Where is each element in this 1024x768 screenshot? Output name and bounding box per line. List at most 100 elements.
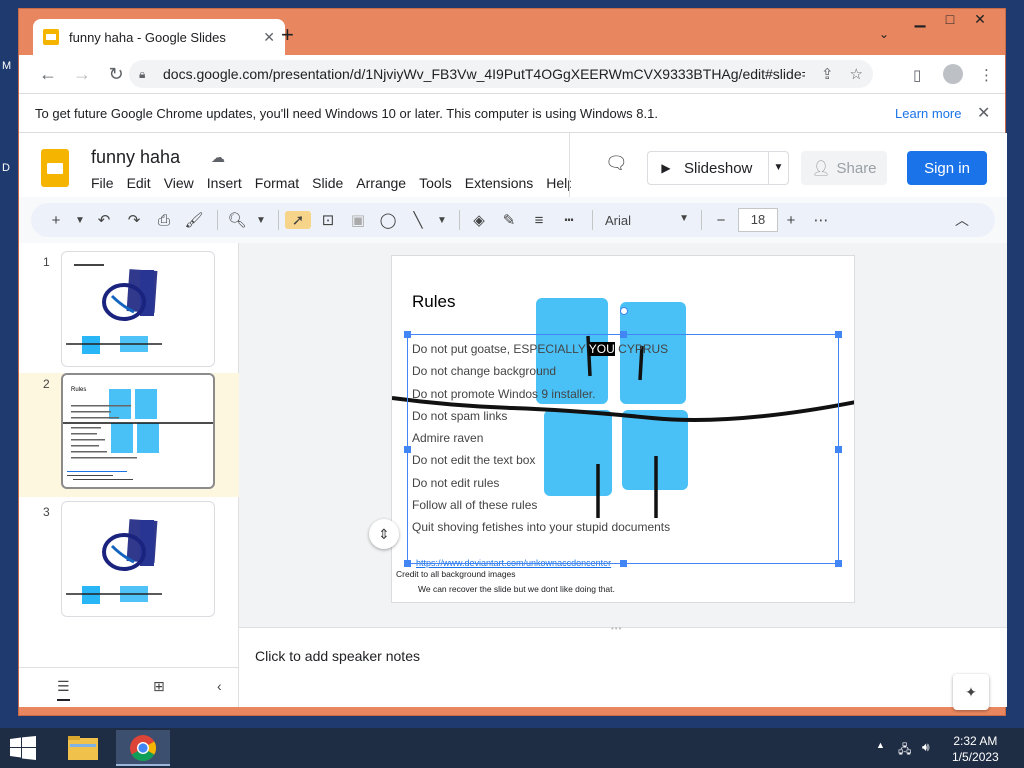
collapse-toolbar-icon[interactable]: ︿ <box>949 210 975 230</box>
filmstrip-slide-1[interactable]: 1 <box>19 251 239 375</box>
slide-thumbnail[interactable] <box>61 501 215 617</box>
more-options-icon[interactable]: ⋯ <box>808 211 834 229</box>
slide-thumbnail[interactable] <box>61 251 215 367</box>
minimize-icon[interactable]: ▁ <box>905 11 935 28</box>
new-tab-icon[interactable]: + <box>281 23 294 47</box>
rotate-handle[interactable] <box>620 307 628 315</box>
maximize-icon[interactable]: □ <box>935 11 965 28</box>
forward-icon[interactable]: → <box>65 64 99 85</box>
menu-format[interactable]: Format <box>255 175 299 191</box>
text-box-icon[interactable]: ⊡ <box>315 211 341 229</box>
learn-more-link[interactable]: Learn more <box>895 106 961 121</box>
menu-view[interactable]: View <box>164 175 194 191</box>
system-clock[interactable]: 2:32 AM 1/5/2023 <box>952 733 999 765</box>
paint-format-icon[interactable]: 🖌︎ <box>181 211 207 229</box>
network-icon[interactable]: 🖧︎ <box>898 740 911 761</box>
slideshow-button[interactable]: ▶ Slideshow ▼ <box>647 151 789 185</box>
slide-number: 1 <box>43 255 50 269</box>
resize-handle[interactable] <box>404 446 411 453</box>
url-text: docs.google.com/presentation/d/1NjviyWv_… <box>163 66 805 82</box>
new-slide-dropdown-icon[interactable]: ▼ <box>73 215 87 226</box>
insert-image-icon[interactable]: ▣ <box>345 211 371 229</box>
fill-color-icon[interactable]: ◈ <box>466 211 492 229</box>
increase-font-size-icon[interactable]: + <box>778 212 804 229</box>
font-size-input[interactable]: 18 <box>738 208 778 232</box>
toolbar-separator <box>217 210 218 230</box>
clock-time: 2:32 AM <box>953 734 998 748</box>
resize-handle[interactable] <box>620 560 627 567</box>
comment-history-icon[interactable]: 🗨︎ <box>605 153 628 174</box>
resize-handle[interactable] <box>404 331 411 338</box>
font-select[interactable]: Arial ▼ <box>599 213 695 228</box>
chrome-menu-icon[interactable]: ⋮ <box>979 66 994 84</box>
print-icon[interactable]: ⎙ <box>151 212 177 229</box>
back-icon[interactable]: ← <box>31 64 65 85</box>
document-title[interactable]: funny haha <box>91 147 180 168</box>
desktop-icon-label: M <box>2 60 12 72</box>
share-person-icon: 👤︎ <box>811 160 831 177</box>
decrease-font-size-icon[interactable]: − <box>708 212 734 229</box>
file-explorer-task[interactable] <box>56 730 110 766</box>
windows-start-icon[interactable] <box>10 736 36 760</box>
shape-icon[interactable]: ◯ <box>375 211 401 229</box>
undo-icon[interactable]: ↶ <box>91 211 117 229</box>
border-color-icon[interactable]: ✎ <box>496 211 522 229</box>
share-page-icon[interactable]: ⇪ <box>821 65 834 83</box>
menu-arrange[interactable]: Arrange <box>356 175 406 191</box>
menu-extensions[interactable]: Extensions <box>465 175 533 191</box>
menu-help[interactable]: Help <box>546 175 571 191</box>
volume-icon[interactable]: 🔊︎ <box>922 740 930 755</box>
selected-text-box[interactable] <box>404 307 842 567</box>
resize-handle[interactable] <box>835 560 842 567</box>
tab-title: funny haha - Google Slides <box>69 29 226 45</box>
show-hidden-icons[interactable]: ▲ <box>876 740 885 750</box>
resize-handle[interactable] <box>835 331 842 338</box>
address-bar[interactable]: 🔒︎ docs.google.com/presentation/d/1Njviy… <box>129 60 873 88</box>
toolbar-separator <box>701 210 702 230</box>
close-window-icon[interactable]: ✕ <box>965 11 995 28</box>
border-dash-icon[interactable]: ┅ <box>556 211 582 229</box>
speaker-notes[interactable]: ••• Click to add speaker notes ✦ <box>239 624 1007 710</box>
filmstrip-view-icon[interactable]: ☰ <box>57 678 70 701</box>
grid-view-icon[interactable]: ⊞ <box>153 678 165 695</box>
zoom-icon[interactable]: 🔍︎ <box>224 211 250 229</box>
filmstrip-slide-2[interactable]: 2 Rules <box>19 373 239 497</box>
slides-app: funny haha ☁ File Edit View Insert Forma… <box>19 133 1007 710</box>
redo-icon[interactable]: ↷ <box>121 211 147 229</box>
new-slide-icon[interactable]: + <box>43 212 69 229</box>
select-cursor-icon[interactable]: ➚ <box>285 211 311 229</box>
resize-handle[interactable] <box>620 331 627 338</box>
side-panel-icon[interactable]: ▯ <box>913 66 921 84</box>
resize-handle[interactable] <box>835 446 842 453</box>
close-tab-icon[interactable]: ✕ <box>263 29 275 46</box>
menu-slide[interactable]: Slide <box>312 175 343 191</box>
reload-icon[interactable]: ↻ <box>99 64 133 85</box>
hide-filmstrip-icon[interactable]: ‹ <box>217 678 222 694</box>
menu-tools[interactable]: Tools <box>419 175 452 191</box>
chrome-task[interactable] <box>116 730 170 766</box>
profile-avatar-icon[interactable] <box>943 64 963 84</box>
share-button[interactable]: 👤︎ Share <box>801 151 887 185</box>
close-infobar-icon[interactable]: ✕ <box>977 103 990 123</box>
menu-insert[interactable]: Insert <box>207 175 242 191</box>
line-dropdown-icon[interactable]: ▼ <box>435 215 449 226</box>
tab-search-icon[interactable]: ⌄ <box>879 27 889 41</box>
menu-edit[interactable]: Edit <box>127 175 151 191</box>
resize-notes-handle[interactable]: ••• <box>611 624 622 633</box>
zoom-dropdown-icon[interactable]: ▼ <box>254 215 268 226</box>
bookmark-star-icon[interactable]: ☆ <box>850 65 863 83</box>
menu-file[interactable]: File <box>91 175 114 191</box>
slides-logo-icon[interactable] <box>41 149 69 187</box>
lock-icon[interactable]: 🔒︎ <box>139 67 153 82</box>
browser-tab[interactable]: funny haha - Google Slides ✕ <box>33 19 285 55</box>
explore-assist-icon[interactable]: ✦ <box>953 674 989 710</box>
current-slide[interactable]: Rules Do not put goatse, ESPECIALLY YOU … <box>391 255 855 603</box>
resize-handle[interactable] <box>404 560 411 567</box>
cloud-status-icon[interactable]: ☁ <box>211 149 225 166</box>
filmstrip-slide-3[interactable]: 3 <box>19 501 239 625</box>
border-weight-icon[interactable]: ≡ <box>526 212 552 229</box>
slideshow-dropdown-icon[interactable]: ▼ <box>768 152 788 184</box>
sign-in-button[interactable]: Sign in <box>907 151 987 185</box>
line-icon[interactable]: ╲ <box>405 211 431 229</box>
slide-thumbnail[interactable]: Rules <box>61 373 215 489</box>
